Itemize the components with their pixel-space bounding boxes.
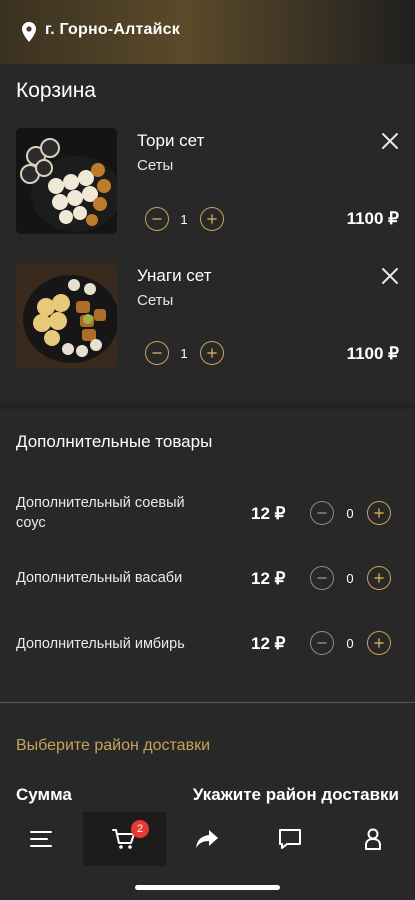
increase-quantity-button[interactable] — [367, 631, 391, 655]
decrease-quantity-button[interactable] — [310, 566, 334, 590]
location-pin-icon — [22, 22, 36, 42]
product-name[interactable]: Унаги сет — [137, 266, 211, 286]
chat-icon — [279, 829, 301, 849]
tab-cart[interactable]: 2 — [83, 812, 166, 866]
decrease-quantity-button[interactable] — [145, 207, 169, 231]
decrease-quantity-button[interactable] — [145, 341, 169, 365]
decrease-quantity-button[interactable] — [310, 501, 334, 525]
quantity-value: 0 — [346, 636, 354, 651]
product-image[interactable] — [16, 263, 117, 369]
sum-label: Сумма — [16, 785, 72, 804]
page-title: Корзина — [16, 79, 96, 102]
extra-name: Дополнительный имбирь — [16, 636, 185, 652]
menu-icon — [30, 831, 52, 847]
location-header[interactable]: г. Горно-Алтайск — [0, 0, 415, 64]
extra-name: Дополнительный соевый соус — [16, 495, 185, 531]
close-icon[interactable] — [380, 131, 400, 151]
tab-profile[interactable] — [332, 812, 415, 866]
increase-quantity-button[interactable] — [367, 501, 391, 525]
increase-quantity-button[interactable] — [367, 566, 391, 590]
tab-share[interactable] — [166, 812, 249, 866]
cart-badge: 2 — [131, 820, 149, 838]
quantity-value: 1 — [180, 212, 188, 227]
quantity-value: 1 — [180, 346, 188, 361]
city-name[interactable]: г. Горно-Алтайск — [45, 21, 180, 39]
extras-title: Дополнительные товары — [16, 432, 213, 451]
tab-chat[interactable] — [249, 812, 332, 866]
decrease-quantity-button[interactable] — [310, 631, 334, 655]
product-name[interactable]: Тори сет — [137, 131, 204, 151]
section-divider — [0, 403, 415, 409]
increase-quantity-button[interactable] — [200, 341, 224, 365]
product-image[interactable] — [16, 128, 117, 234]
divider — [0, 702, 415, 703]
home-indicator — [135, 885, 280, 890]
increase-quantity-button[interactable] — [200, 207, 224, 231]
product-price: 1100 ₽ — [346, 344, 399, 363]
extra-price: 12 ₽ — [251, 634, 286, 653]
product-category: Сеты — [137, 157, 174, 174]
quantity-value: 0 — [346, 571, 354, 586]
close-icon[interactable] — [380, 266, 400, 286]
bottom-tab-bar: 2 — [0, 812, 415, 866]
delivery-district-select[interactable]: Выберите район доставки — [16, 737, 210, 755]
sum-value: Укажите район доставки — [192, 785, 399, 804]
product-category: Сеты — [137, 292, 174, 309]
share-arrow-icon — [196, 830, 218, 848]
extra-price: 12 ₽ — [251, 569, 286, 588]
tab-menu[interactable] — [0, 812, 83, 866]
product-price: 1100 ₽ — [346, 209, 399, 228]
extra-name: Дополнительный васаби — [16, 570, 183, 586]
extra-price: 12 ₽ — [251, 504, 286, 523]
quantity-value: 0 — [346, 506, 354, 521]
profile-icon — [365, 828, 381, 850]
